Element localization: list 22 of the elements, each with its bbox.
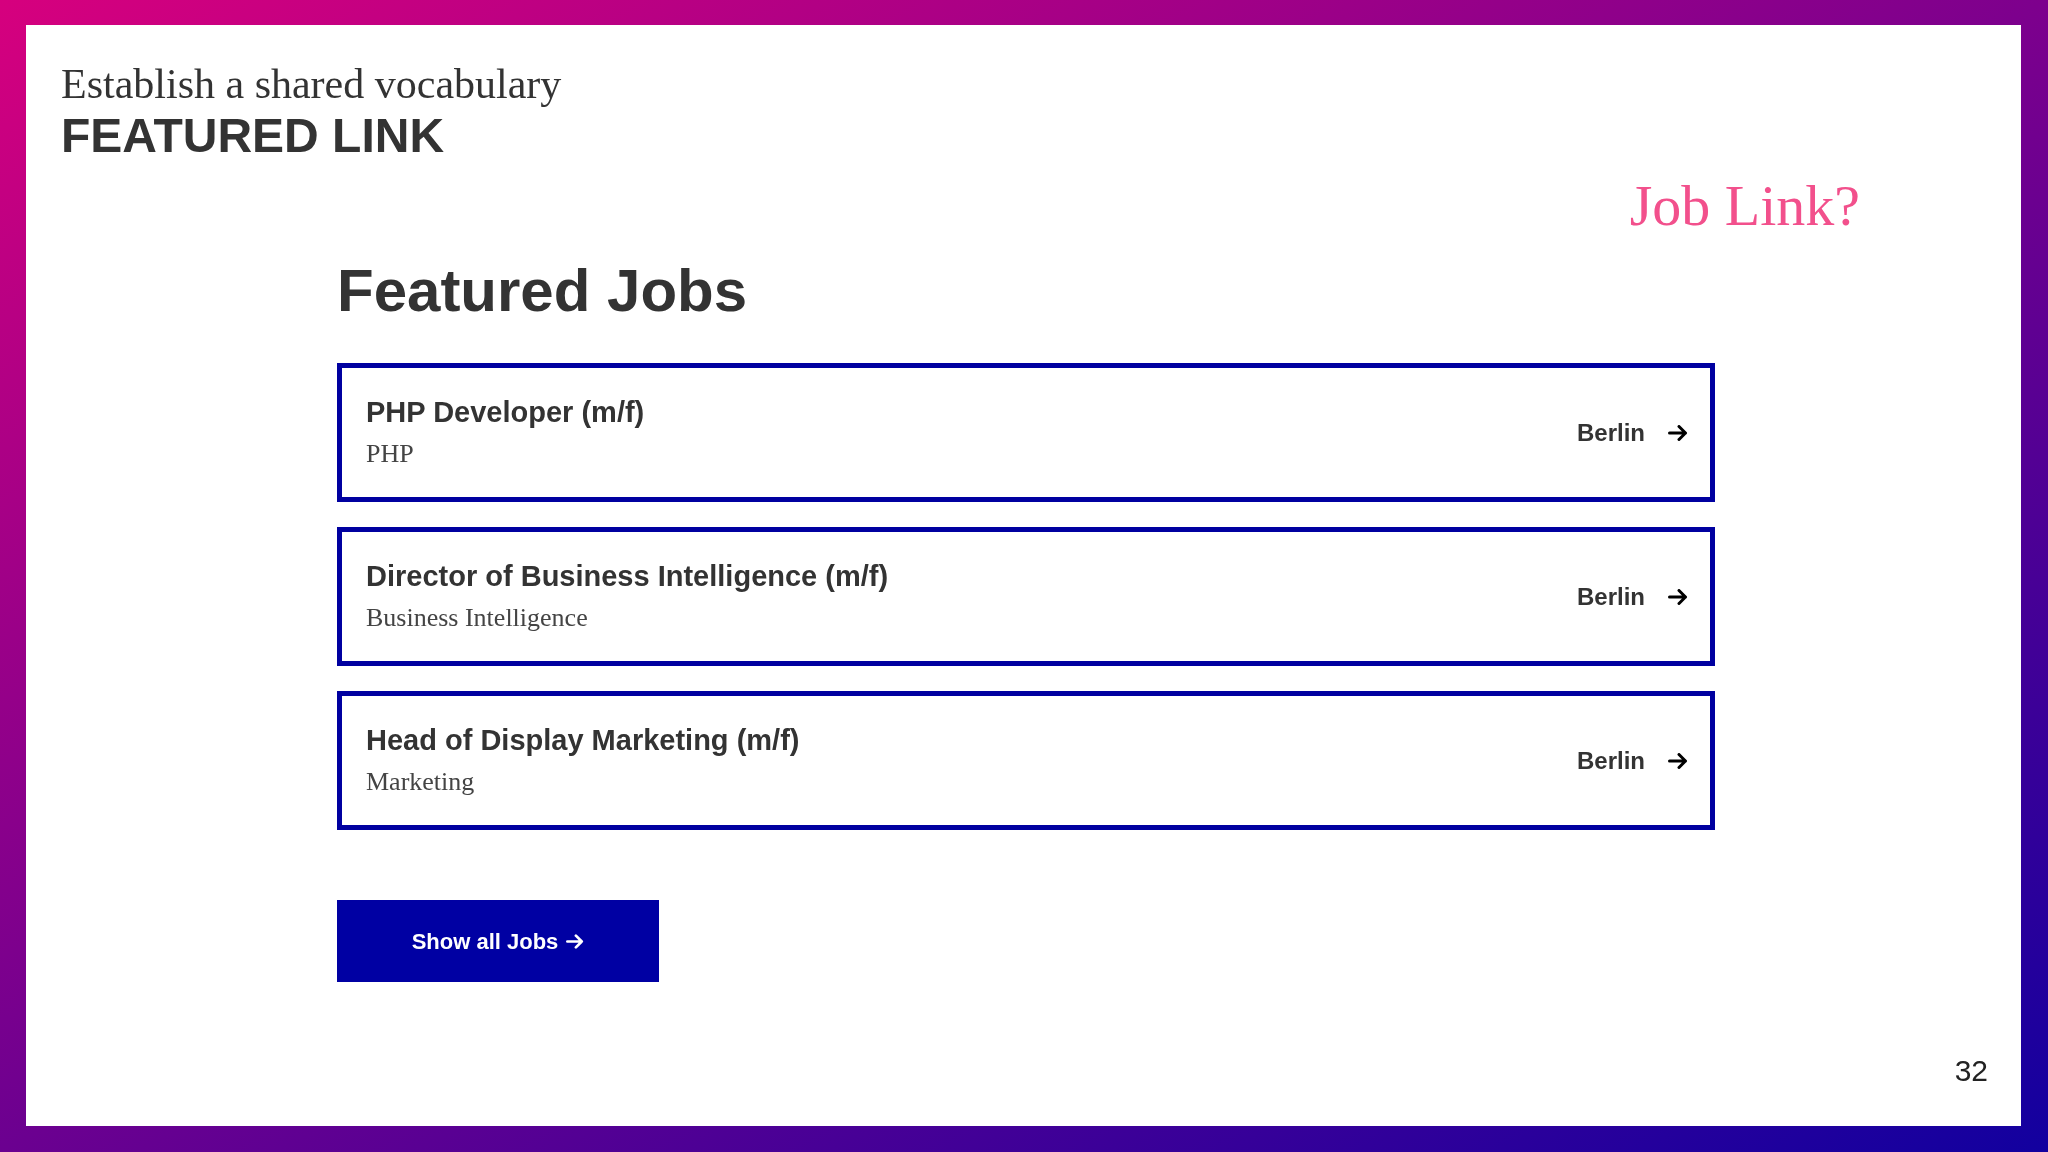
annotation-text: Job Link?	[1629, 174, 1860, 238]
job-location: Berlin	[1577, 746, 1645, 775]
job-title: Director of Business Intelligence (m/f)	[366, 559, 889, 593]
slide-subtitle: Establish a shared vocabulary	[61, 60, 562, 108]
job-location: Berlin	[1577, 582, 1645, 611]
slide-title: FEATURED LINK	[61, 110, 445, 162]
job-card[interactable]: Director of Business Intelligence (m/f) Business Intelligence Berlin	[337, 527, 1715, 666]
job-category: PHP	[366, 438, 414, 470]
job-category: Marketing	[366, 766, 475, 798]
job-category: Business Intelligence	[366, 602, 588, 634]
job-card[interactable]: PHP Developer (m/f) PHP Berlin	[337, 363, 1715, 502]
page-number: 32	[1954, 1054, 1988, 1088]
arrow-right-icon	[566, 933, 585, 949]
arrow-right-icon	[1668, 424, 1688, 441]
arrow-right-icon	[1668, 588, 1688, 605]
job-location: Berlin	[1577, 418, 1645, 447]
job-title: PHP Developer (m/f)	[366, 395, 645, 429]
show-all-jobs-button[interactable]: Show all Jobs	[337, 900, 659, 982]
job-card[interactable]: Head of Display Marketing (m/f) Marketing Berlin	[337, 691, 1715, 830]
job-title: Head of Display Marketing (m/f)	[366, 723, 800, 757]
section-heading: Featured Jobs	[337, 258, 748, 324]
arrow-right-icon	[1668, 752, 1688, 769]
